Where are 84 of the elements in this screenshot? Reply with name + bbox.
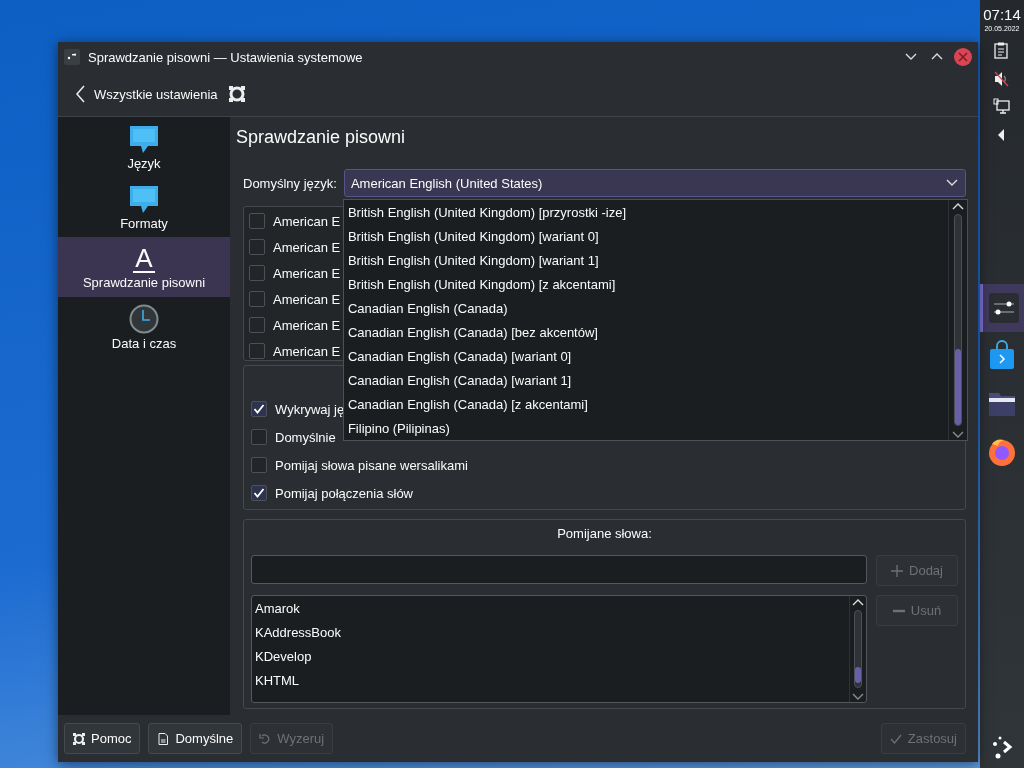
close-icon xyxy=(958,52,968,62)
checkbox-row[interactable]: American E xyxy=(249,338,341,364)
action-button: Dodaj xyxy=(876,555,958,586)
network-icon[interactable] xyxy=(993,98,1011,116)
checkbox-row[interactable]: Pomijaj połączenia słów xyxy=(251,479,413,507)
checkbox-row[interactable]: American E xyxy=(249,312,341,338)
check-icon xyxy=(253,487,265,499)
checkbox-label: American E xyxy=(273,213,341,229)
checkbox-label: American E xyxy=(273,265,341,281)
group-title: Pomijane słowa: xyxy=(556,525,653,543)
checkbox-row[interactable]: American E xyxy=(249,260,341,286)
checkbox-row[interactable]: American E xyxy=(249,234,341,260)
checkbox-row[interactable]: Wykrywaj ję xyxy=(251,395,345,423)
sidebar-item[interactable]: Data i czas xyxy=(58,297,230,357)
sidebar-item[interactable]: A Sprawdzanie pisowni xyxy=(58,237,230,297)
checkbox-row[interactable]: Domyślnie xyxy=(251,423,336,451)
muted-speaker-icon[interactable] xyxy=(993,70,1011,88)
dropdown-option[interactable]: Filipino (Pilipinas) xyxy=(343,417,948,441)
page-heading: Sprawdzanie pisowni xyxy=(236,127,407,149)
sidebar-item[interactable]: Język xyxy=(58,117,230,177)
window-title: Sprawdzanie pisowni — Ustawienia systemowe xyxy=(88,49,364,65)
action-button: Zastosuj xyxy=(880,723,966,754)
dropdown-option[interactable]: British English (United Kingdom) [wariant 1] xyxy=(343,249,948,273)
sidebar-item[interactable]: Formaty xyxy=(58,177,230,237)
action-button: Usuń xyxy=(876,595,958,626)
dropdown-option[interactable]: British English (United Kingdom) [przyrostki -ize] xyxy=(343,201,948,225)
input-field[interactable] xyxy=(251,555,867,584)
checkbox-row[interactable]: Pomijaj słowa pisane wersalikami xyxy=(251,451,468,479)
speech-bubble-icon xyxy=(129,123,159,154)
word-item[interactable]: KHTML xyxy=(255,669,846,693)
checkbox-label: Wykrywaj ję xyxy=(275,401,345,417)
checkbox-label: Pomijaj słowa pisane wersalikami xyxy=(275,457,468,473)
checkbox[interactable] xyxy=(249,239,265,255)
scrollbar-thumb[interactable] xyxy=(955,349,961,425)
check-icon xyxy=(889,732,902,745)
scrollbar-thumb[interactable] xyxy=(855,666,861,684)
plus-icon xyxy=(891,564,903,577)
sliders-icon xyxy=(987,292,1020,324)
checkbox[interactable] xyxy=(251,429,267,445)
word-item[interactable]: Amarok xyxy=(255,597,846,621)
scrollbar-track[interactable] xyxy=(954,214,962,426)
action-button[interactable]: Pomoc xyxy=(64,723,141,754)
clock-time[interactable]: 07:14 xyxy=(983,6,1021,23)
back-link[interactable]: Wszystkie ustawienia xyxy=(76,85,218,103)
checkbox[interactable] xyxy=(249,265,265,281)
checkbox-label: American E xyxy=(273,291,341,307)
clipboard-icon[interactable] xyxy=(993,42,1011,60)
action-button[interactable]: Domyślne xyxy=(148,723,243,754)
checkbox[interactable] xyxy=(251,457,267,473)
close-button[interactable] xyxy=(954,48,972,66)
document-icon xyxy=(157,732,170,745)
clock-icon xyxy=(129,303,159,334)
checkbox-label: Pomijaj połączenia słów xyxy=(275,485,413,501)
checkbox-label: American E xyxy=(273,317,341,333)
checkbox[interactable] xyxy=(249,213,265,229)
word-item[interactable]: KDevelop xyxy=(255,645,846,669)
language-dropdown[interactable]: American English (United States) xyxy=(343,169,966,197)
checkbox-label: Domyślnie xyxy=(275,429,336,445)
field-label: Domyślny język: xyxy=(243,175,337,191)
lifebuoy-icon xyxy=(73,732,85,745)
scrollbar-track[interactable] xyxy=(854,610,862,688)
speech-bubble-icon xyxy=(129,183,159,214)
checkbox-row[interactable]: American E xyxy=(249,208,341,234)
dropdown-option[interactable]: Canadian English (Canada) [wariant 1] xyxy=(343,369,948,393)
app-icon xyxy=(64,49,80,65)
undo-icon xyxy=(259,732,272,745)
checkbox-label: American E xyxy=(273,343,341,359)
dropdown-option[interactable]: British English (United Kingdom) [z akcentami] xyxy=(343,273,948,297)
check-icon xyxy=(253,403,265,415)
checkbox[interactable] xyxy=(249,343,265,359)
word-item[interactable]: KAddressBook xyxy=(255,621,846,645)
checkbox[interactable] xyxy=(249,317,265,333)
dropdown-option[interactable]: Canadian English (Canada) [z akcentami] xyxy=(343,393,948,417)
dropdown-option[interactable]: Canadian English (Canada) [wariant 0] xyxy=(343,345,948,369)
dropdown-option[interactable]: British English (United Kingdom) [wariant 0] xyxy=(343,225,948,249)
checkbox[interactable] xyxy=(249,291,265,307)
dropdown-option[interactable]: Canadian English (Canada) xyxy=(343,297,948,321)
dropdown-option[interactable]: Canadian English (Canada) [bez akcentów] xyxy=(343,321,948,345)
checkbox[interactable] xyxy=(251,485,267,501)
action-button: Wyzeruj xyxy=(250,723,334,754)
checkbox-row[interactable]: American E xyxy=(249,286,341,312)
help-lifebuoy-icon[interactable] xyxy=(227,85,246,103)
checkbox[interactable] xyxy=(251,401,267,417)
checkbox-label: American E xyxy=(273,239,341,255)
